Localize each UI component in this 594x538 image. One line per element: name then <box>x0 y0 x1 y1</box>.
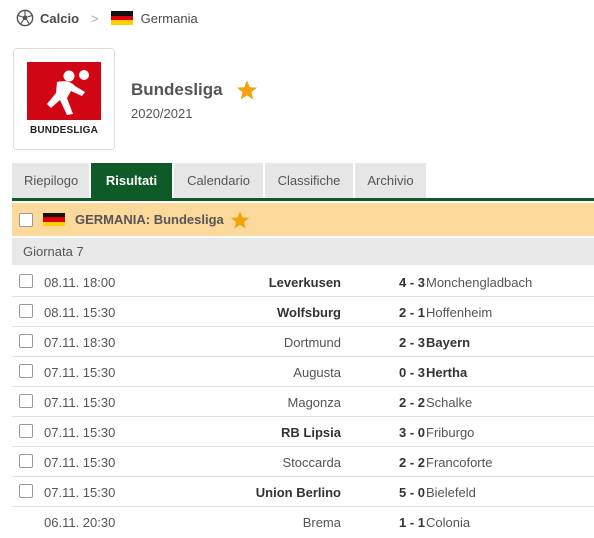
season-label: 2020/2021 <box>131 106 193 121</box>
match-time: 08.11. 18:00 <box>44 275 116 290</box>
tab-archivio[interactable]: Archivio <box>355 163 426 198</box>
league-title: Bundesliga <box>131 80 223 99</box>
away-team: Monchengladbach <box>426 275 533 290</box>
home-team: Brema <box>302 515 341 530</box>
match-checkbox[interactable] <box>19 304 33 318</box>
home-team: Union Berlino <box>255 485 341 500</box>
match-checkbox[interactable] <box>19 454 33 468</box>
round-label: Giornata 7 <box>12 238 594 265</box>
away-team: Bayern <box>426 335 471 350</box>
match-score: 1 - 1 <box>398 515 425 530</box>
match-time: 07.11. 15:30 <box>44 395 116 410</box>
match-row[interactable]: 07.11. 15:30 RB Lipsia 3 - 0 Friburgo <box>12 417 594 447</box>
away-team: Francoforte <box>426 455 493 470</box>
germany-flag-icon <box>43 212 65 227</box>
competition-title[interactable]: GERMANIA: Bundesliga <box>75 212 224 227</box>
competition-checkbox[interactable] <box>19 212 33 227</box>
match-score: 5 - 0 <box>398 485 425 500</box>
match-list: 08.11. 18:00 Leverkusen 4 - 3 Monchengla… <box>12 267 594 537</box>
match-time: 08.11. 15:30 <box>44 305 116 320</box>
match-score: 2 - 2 <box>398 455 425 470</box>
home-team: Wolfsburg <box>276 305 341 320</box>
match-row[interactable]: 07.11. 15:30 Stoccarda 2 - 2 Francoforte <box>12 447 594 477</box>
tab-bar: Riepilogo Risultati Calendario Classific… <box>12 163 428 198</box>
match-score: 4 - 3 <box>398 275 425 290</box>
match-checkbox[interactable] <box>19 334 33 348</box>
tab-riepilogo[interactable]: Riepilogo <box>12 163 89 198</box>
tab-risultati[interactable]: Risultati <box>91 163 172 198</box>
home-team: Magonza <box>287 395 341 410</box>
match-time: 07.11. 15:30 <box>44 365 116 380</box>
favorite-star-icon[interactable] <box>236 79 258 101</box>
match-row[interactable]: 07.11. 15:30 Magonza 2 - 2 Schalke <box>12 387 594 417</box>
home-team: Dortmund <box>283 335 341 350</box>
match-time: 07.11. 15:30 <box>44 455 116 470</box>
match-row[interactable]: 07.11. 18:30 Dortmund 2 - 3 Bayern <box>12 327 594 357</box>
germany-flag-icon <box>110 11 133 25</box>
competition-header: GERMANIA: Bundesliga <box>12 203 594 236</box>
bundesliga-logo-icon <box>27 62 101 120</box>
breadcrumb-country-link[interactable]: Germania <box>141 11 198 26</box>
match-score: 2 - 3 <box>398 335 425 350</box>
away-team: Bielefeld <box>426 485 476 500</box>
match-row[interactable]: 07.11. 15:30 Union Berlino 5 - 0 Bielefe… <box>12 477 594 507</box>
logo-wordmark: BUNDESLIGA <box>29 125 99 136</box>
home-team: Leverkusen <box>268 275 341 290</box>
away-team: Schalke <box>426 395 473 410</box>
breadcrumb-sport-link[interactable]: Calcio <box>40 11 79 26</box>
match-time: 07.11. 18:30 <box>44 335 116 350</box>
league-logo: BUNDESLIGA <box>13 48 115 150</box>
match-checkbox[interactable] <box>19 364 33 378</box>
away-team: Colonia <box>426 515 471 530</box>
tab-classifiche[interactable]: Classifiche <box>265 163 353 198</box>
match-time: 06.11. 20:30 <box>44 515 116 530</box>
match-score: 0 - 3 <box>398 365 425 380</box>
away-team: Friburgo <box>426 425 475 440</box>
match-score: 3 - 0 <box>398 425 425 440</box>
tab-calendario[interactable]: Calendario <box>174 163 263 198</box>
match-time: 07.11. 15:30 <box>44 485 116 500</box>
breadcrumb-chevron-icon: > <box>91 10 99 26</box>
match-checkbox[interactable] <box>19 394 33 408</box>
favorite-star-icon[interactable] <box>230 210 250 230</box>
match-row[interactable]: 07.11. 15:30 Augusta 0 - 3 Hertha <box>12 357 594 387</box>
home-team: Stoccarda <box>282 455 341 470</box>
soccer-ball-icon <box>16 9 34 27</box>
tab-underline <box>12 198 594 201</box>
home-team: RB Lipsia <box>281 425 341 440</box>
match-checkbox[interactable] <box>19 424 33 438</box>
match-score: 2 - 2 <box>398 395 425 410</box>
home-team: Augusta <box>293 365 341 380</box>
away-team: Hoffenheim <box>426 305 493 320</box>
match-row[interactable]: 08.11. 15:30 Wolfsburg 2 - 1 Hoffenheim <box>12 297 594 327</box>
match-score: 2 - 1 <box>398 305 425 320</box>
match-time: 07.11. 15:30 <box>44 425 116 440</box>
match-checkbox[interactable] <box>19 484 33 498</box>
match-row[interactable]: 06.11. 20:30 Brema 1 - 1 Colonia <box>12 507 594 537</box>
away-team: Hertha <box>426 365 468 380</box>
match-checkbox[interactable] <box>19 274 33 288</box>
breadcrumb: Calcio > Germania <box>16 8 198 28</box>
match-row[interactable]: 08.11. 18:00 Leverkusen 4 - 3 Monchengla… <box>12 267 594 297</box>
